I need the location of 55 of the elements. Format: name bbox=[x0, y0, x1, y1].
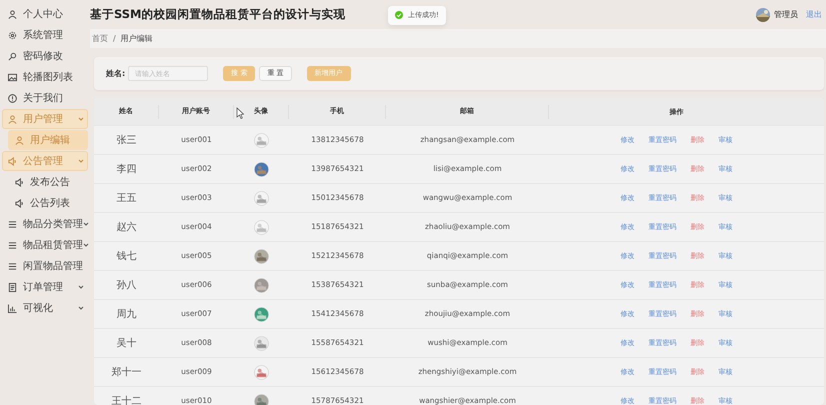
speaker-icon bbox=[8, 156, 17, 166]
chevron-icon bbox=[78, 305, 84, 311]
speaker-icon bbox=[15, 178, 24, 186]
table-cell-text: 赵六 bbox=[116, 220, 136, 234]
table-cell-text: 周九 bbox=[116, 308, 136, 322]
sidebar-item[interactable]: 闲置物品管理 bbox=[2, 256, 88, 276]
chevron-icon bbox=[78, 158, 84, 164]
document-icon bbox=[8, 282, 17, 292]
sidebar-item[interactable]: 轮播图列表 bbox=[2, 67, 88, 87]
sidebar-item[interactable]: 发布公告 bbox=[2, 172, 88, 192]
speaker-icon bbox=[15, 198, 24, 208]
user-icon bbox=[8, 114, 17, 124]
user-icon bbox=[15, 136, 24, 144]
gear-icon bbox=[8, 30, 17, 40]
list-icon bbox=[8, 220, 17, 228]
info-icon bbox=[8, 94, 17, 102]
table-cell-text: 李四 bbox=[116, 162, 136, 176]
bar-chart-icon bbox=[8, 304, 17, 312]
chevron-icon bbox=[83, 242, 89, 248]
check-icon bbox=[395, 11, 403, 20]
table-cell-text: 王十二 bbox=[112, 394, 142, 405]
table-cell-text: 王五 bbox=[116, 192, 136, 206]
breadcrumb-link[interactable]: 首页 bbox=[92, 32, 108, 44]
cursor-icon bbox=[236, 107, 244, 119]
chevron-icon bbox=[83, 221, 89, 227]
list-icon bbox=[8, 262, 17, 270]
table-cell-text: 张三 bbox=[116, 134, 136, 148]
sidebar-item[interactable]: 系统管理 bbox=[2, 25, 88, 45]
sidebar-item[interactable]: 公告管理 bbox=[2, 151, 88, 171]
sidebar-item[interactable]: 关于我们 bbox=[2, 88, 88, 108]
sidebar-item[interactable]: 公告列表 bbox=[2, 193, 88, 213]
table-cell-text: 吴十 bbox=[116, 336, 136, 350]
image-icon bbox=[8, 72, 17, 82]
sidebar-item[interactable]: 个人中心 bbox=[2, 4, 88, 24]
chevron-icon bbox=[78, 116, 84, 122]
logout-link[interactable]: 退出 bbox=[806, 8, 822, 20]
sidebar-item[interactable]: 物品分类管理 bbox=[2, 214, 88, 234]
name-label: 姓名: bbox=[106, 68, 126, 80]
sidebar-item[interactable]: 用户编辑 bbox=[8, 130, 88, 150]
table-cell-text: 孙八 bbox=[116, 278, 136, 292]
sidebar-item[interactable]: 可视化 bbox=[2, 298, 88, 318]
search-icon bbox=[8, 52, 17, 60]
list-icon bbox=[8, 240, 17, 250]
sidebar-item[interactable]: 密码修改 bbox=[2, 46, 88, 66]
username: 管理员 bbox=[774, 8, 798, 20]
breadcrumb-separator: / bbox=[113, 32, 116, 44]
table-cell-text: 钱七 bbox=[116, 250, 136, 264]
breadcrumb-current: 用户编辑 bbox=[120, 32, 153, 44]
sidebar-item[interactable]: 物品租赁管理 bbox=[2, 235, 88, 255]
table-cell-text: 郑十一 bbox=[112, 366, 142, 380]
chevron-icon bbox=[78, 284, 84, 290]
user-icon bbox=[8, 10, 17, 18]
sidebar-item[interactable]: 用户管理 bbox=[2, 109, 88, 129]
page-title: 基于SSM的校园闲置物品租赁平台的设计与实现 bbox=[90, 6, 346, 23]
sidebar-item[interactable]: 订单管理 bbox=[2, 277, 88, 297]
